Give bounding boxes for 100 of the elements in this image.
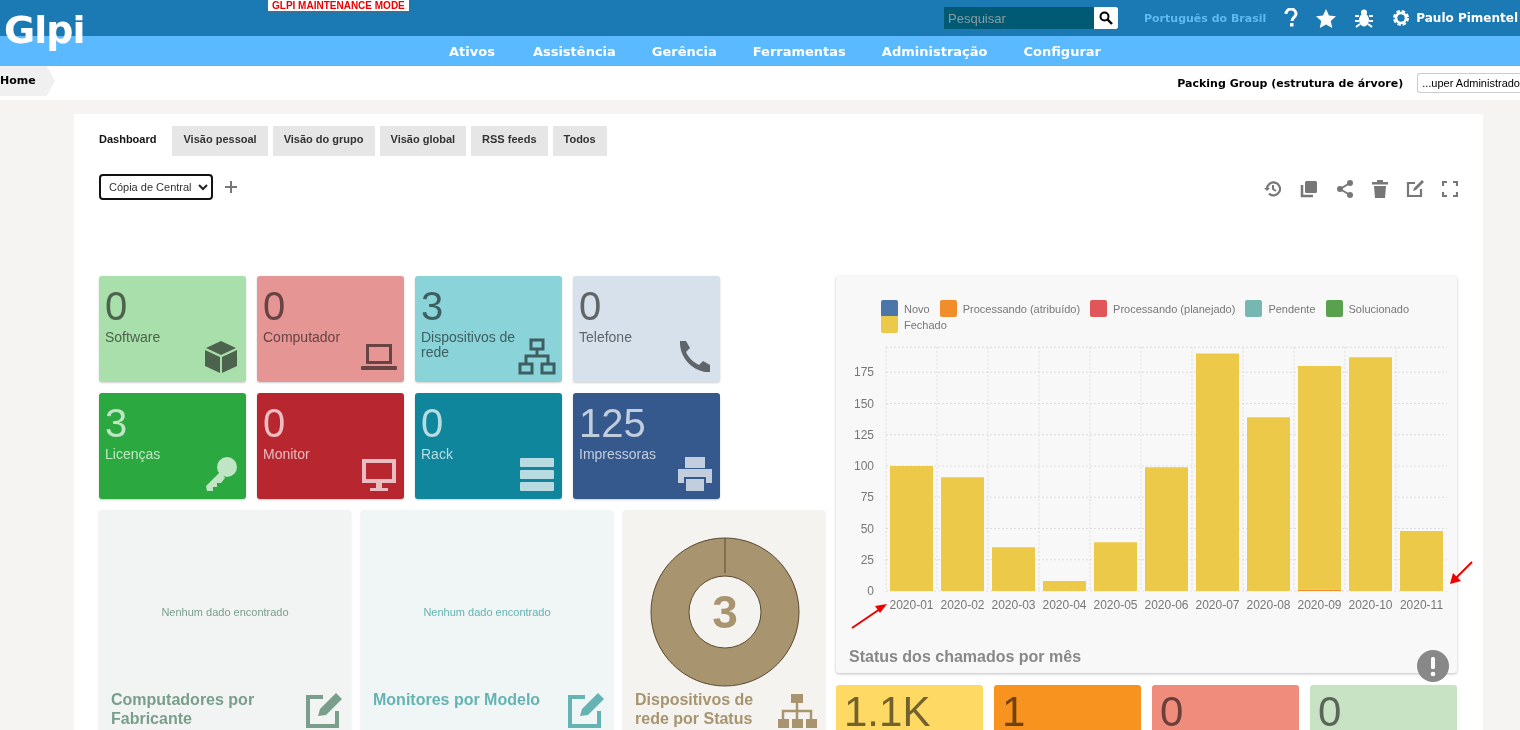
tile-label: Monitor: [263, 447, 311, 462]
legend-label[interactable]: Pendente: [1268, 302, 1316, 315]
tile-label: Impressoras: [579, 447, 658, 462]
x-tick-label: 2020-06: [1144, 598, 1189, 612]
stat-tile[interactable]: 1.1K: [836, 685, 983, 730]
logo[interactable]: Glpi: [4, 10, 85, 50]
stat-tile[interactable]: 125 Impressoras: [573, 393, 720, 499]
breadcrumb-home[interactable]: Home: [0, 66, 55, 96]
x-tick-label: 2020-05: [1093, 598, 1138, 612]
stat-tile[interactable]: 0 Rack: [415, 393, 562, 499]
widget-title: Computadores por Fabricante: [111, 690, 256, 728]
bar: [1043, 581, 1086, 591]
x-tick-label: 2020-10: [1348, 598, 1393, 612]
tab[interactable]: Visão pessoal: [172, 126, 268, 156]
annotation-arrow: [1448, 560, 1474, 586]
copy-icon[interactable]: [1300, 180, 1318, 198]
stat-tile[interactable]: 3 Licenças: [99, 393, 246, 499]
edit-icon[interactable]: [1406, 180, 1424, 198]
tile-label: Licenças: [105, 447, 162, 462]
stat-tile[interactable]: 0 Computador: [257, 276, 404, 382]
network-icon: [518, 338, 556, 376]
stat-tile[interactable]: 0 Telefone: [573, 276, 720, 382]
fullscreen-icon[interactable]: [1442, 181, 1458, 197]
chevron-down-icon[interactable]: [197, 183, 208, 191]
tile-count: 0: [1160, 689, 1184, 730]
tile-count: 1: [1002, 689, 1026, 730]
bar: [1400, 531, 1443, 591]
maintenance-banner: GLPI MAINTENANCE MODE: [268, 0, 409, 11]
edit-icon: [567, 692, 605, 728]
info-icon[interactable]: [1417, 650, 1449, 682]
legend-label[interactable]: Processando (atribuído): [962, 302, 1081, 315]
legend-swatch[interactable]: [939, 300, 957, 317]
tile-count: 0: [263, 401, 286, 445]
legend-swatch[interactable]: [1245, 300, 1263, 317]
y-tick-label: 125: [853, 427, 874, 442]
tab[interactable]: RSS feeds: [471, 126, 548, 156]
x-tick-label: 2020-11: [1399, 598, 1444, 612]
stat-tile[interactable]: 0: [1310, 685, 1457, 730]
x-tick-label: 2020-07: [1195, 598, 1240, 612]
stat-tile[interactable]: 3 Dispositivos de rede: [415, 276, 562, 382]
tile-count: 0: [579, 284, 602, 328]
history-icon[interactable]: [1264, 180, 1282, 198]
tile-label: Telefone: [579, 330, 633, 345]
tile-count: 0: [421, 401, 444, 445]
dashboard-select[interactable]: Cópia de Central: [99, 174, 213, 200]
share-icon[interactable]: [1336, 180, 1354, 198]
stat-tile[interactable]: 0: [1152, 685, 1299, 730]
tile-count: 3: [421, 284, 444, 328]
legend-swatch[interactable]: [881, 316, 898, 333]
tab[interactable]: Visão do grupo: [272, 126, 375, 156]
tile-count: 1.1K: [844, 689, 931, 730]
y-tick-label: 25: [860, 552, 874, 567]
server-icon: [518, 455, 556, 493]
y-tick-label: 150: [853, 396, 874, 411]
empty-message: Nenhum dado encontrado: [160, 606, 290, 618]
y-tick-label: 0: [867, 584, 874, 598]
cube-icon: [202, 338, 240, 376]
printer-icon: [676, 455, 714, 493]
y-tick-label: 100: [853, 459, 874, 473]
help-icon[interactable]: [1284, 8, 1299, 28]
stat-tile[interactable]: 1: [994, 685, 1141, 730]
tile-label: Dispositivos de rede: [421, 330, 517, 360]
x-tick-label: 2020-03: [991, 598, 1036, 612]
x-tick-label: 2020-04: [1042, 598, 1087, 612]
profile-select[interactable]: ...uper Administrado: [1417, 73, 1520, 93]
legend-label[interactable]: Fechado: [904, 318, 947, 331]
tile-label: Computador: [263, 330, 342, 345]
x-tick-label: 2020-02: [940, 598, 985, 612]
legend-swatch[interactable]: [881, 300, 898, 317]
legend-swatch[interactable]: [1325, 300, 1343, 317]
chart-title: Status dos chamados por mês: [849, 648, 1082, 666]
bar: [992, 547, 1035, 591]
stat-tile[interactable]: 0 Software: [99, 276, 246, 382]
tile-count: 0: [263, 284, 286, 328]
bug-icon[interactable]: [1354, 8, 1375, 28]
x-tick-label: 2020-09: [1297, 598, 1342, 612]
legend-label[interactable]: Solucionado: [1348, 302, 1410, 315]
x-tick-label: 2020-01: [889, 598, 934, 612]
y-tick-label: 75: [860, 490, 874, 505]
add-icon[interactable]: [224, 181, 237, 193]
bar: [1094, 542, 1137, 591]
search-icon[interactable]: [1094, 7, 1118, 29]
legend-label[interactable]: Novo: [904, 302, 930, 315]
network-icon: [777, 692, 817, 730]
y-tick-label: 175: [853, 365, 874, 380]
trash-icon[interactable]: [1372, 180, 1388, 198]
donut-total: 3: [711, 587, 739, 637]
widget-title: Monitores por Modelo: [373, 690, 542, 709]
user-name[interactable]: Paulo Pimentel: [1416, 11, 1518, 25]
legend-swatch[interactable]: [1090, 300, 1108, 317]
tab[interactable]: Visão global: [379, 126, 467, 156]
tile-count: 0: [105, 284, 128, 328]
stat-tile[interactable]: 0 Monitor: [257, 393, 404, 499]
tab[interactable]: Todos: [552, 126, 607, 156]
tile-count: 3: [105, 401, 128, 445]
entity-label[interactable]: Packing Group (estrutura de árvore): [1177, 76, 1404, 90]
settings-icon[interactable]: [1392, 9, 1411, 27]
legend-label[interactable]: Processando (planejado): [1113, 302, 1236, 315]
tile-label: Rack: [421, 447, 454, 462]
star-icon[interactable]: [1316, 8, 1337, 28]
